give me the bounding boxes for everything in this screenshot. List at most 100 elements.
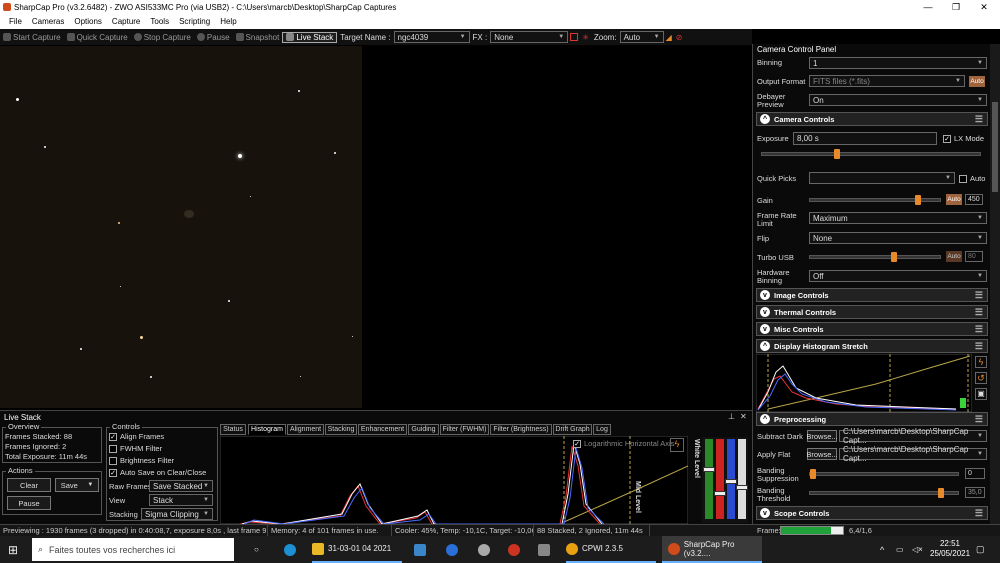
gain-slider-thumb[interactable] [915,195,921,205]
start-capture-button[interactable]: Start Capture [0,33,64,42]
tab-log[interactable]: Log [593,424,611,435]
turbo-usb-value[interactable]: 80 [965,251,983,262]
tab-stacking[interactable]: Stacking [325,424,357,435]
quick-capture-button[interactable]: Quick Capture [64,33,131,42]
clear-button[interactable]: Clear [7,478,51,492]
turbo-usb-slider[interactable] [809,252,941,262]
debayer-preview-select[interactable]: On ▼ [809,94,987,106]
menu-icon[interactable]: ☰ [975,508,983,519]
blue-level-handle[interactable] [725,479,737,484]
tab-filter-brightness[interactable]: Filter (Brightness) [490,424,552,435]
menu-icon[interactable]: ☰ [975,324,983,335]
taskbar-search-box[interactable]: ⌕ Faites toutes vos recherches ici [32,538,234,561]
menu-file[interactable]: File [4,17,27,26]
misc-controls-section[interactable]: v Misc Controls ☰ [756,322,988,336]
exposure-input[interactable]: 8,00 s [793,132,937,145]
menu-icon[interactable]: ☰ [975,414,983,425]
network-icon[interactable]: ▭ [896,536,904,563]
maximize-icon[interactable]: ❐ [942,0,970,14]
app-icon-2[interactable] [446,536,462,563]
luminance-level-handle[interactable] [736,485,748,490]
gain-value[interactable]: 450 [965,194,983,205]
hardware-binning-select[interactable]: Off ▼ [809,270,987,282]
stack-histogram-graph[interactable] [220,436,688,524]
gain-auto-button[interactable]: Auto [946,194,962,205]
luminance-level-track[interactable] [738,439,746,519]
lightning-icon[interactable]: ϟ [975,356,987,368]
quick-picks-auto-checkbox[interactable]: Auto [959,175,985,184]
menu-cameras[interactable]: Cameras [27,17,69,26]
image-controls-section[interactable]: v Image Controls ☰ [756,288,988,302]
tab-filter-fwhm[interactable]: Filter (FWHM) [440,424,489,435]
green-level-handle[interactable] [703,467,715,472]
save-button[interactable]: Save ▼ [55,478,99,492]
binning-select[interactable]: 1 ▼ [809,57,987,69]
tab-alignment[interactable]: Alignment [287,424,324,435]
banding-threshold-slider[interactable] [809,488,959,498]
edge-icon[interactable] [284,536,300,563]
app-icon-4[interactable] [508,536,524,563]
align-frames-checkbox[interactable]: ✓ Align Frames [109,432,164,442]
thermal-controls-section[interactable]: v Thermal Controls ☰ [756,305,988,319]
camera-controls-section[interactable]: ^ Camera Controls ☰ [756,112,988,126]
apply-flat-path-select[interactable]: C:\Users\marcb\Desktop\SharpCap Capt... ▼ [839,445,987,463]
snapshot-button[interactable]: Snapshot [233,33,283,42]
image-view[interactable] [0,46,752,408]
banding-suppression-slider[interactable] [809,469,959,479]
banding-threshold-value[interactable]: 35,0 [965,487,985,498]
menu-options[interactable]: Options [69,17,107,26]
green-level-track[interactable] [705,439,713,519]
save-icon[interactable]: ▣ [975,388,987,400]
gain-slider[interactable] [809,195,941,205]
apply-flat-browse-button[interactable]: Browse... [806,448,838,460]
red-level-track[interactable] [716,439,724,519]
logarithmic-axis-checkbox[interactable]: ✓ Logarithmic Horizontal Axis [573,439,674,449]
view-select[interactable]: Stack ▼ [149,494,213,506]
menu-capture[interactable]: Capture [107,17,145,26]
reset-icon[interactable]: ↺ [975,372,987,384]
notifications-icon[interactable]: ▢ [976,536,985,563]
output-format-auto-button[interactable]: Auto [969,76,985,87]
pause-button[interactable]: Pause [194,33,233,42]
minimize-icon[interactable]: — [914,0,942,14]
taskbar-folder[interactable]: 31-03-01 04 2021 [312,536,402,563]
tab-enhancement[interactable]: Enhancement [358,424,407,435]
frame-rate-limit-select[interactable]: Maximum ▼ [809,212,987,224]
pin-icon[interactable]: ⊥ [728,412,735,421]
close-icon[interactable]: ✕ [740,412,747,421]
auto-save-checkbox[interactable]: ✓ Auto Save on Clear/Close [109,468,206,478]
fwhm-filter-checkbox[interactable]: FWHM Filter [109,444,162,454]
menu-scripting[interactable]: Scripting [174,17,215,26]
zoom-select[interactable]: Auto ▼ [619,31,664,43]
menu-tools[interactable]: Tools [145,17,174,26]
turbo-usb-auto-button[interactable]: Auto [946,251,962,262]
crosshair-icon[interactable]: ✳ [580,33,591,42]
tab-histogram[interactable]: Histogram [248,424,286,435]
reticle-icon[interactable] [568,33,580,41]
stacking-select[interactable]: Sigma Clipping ▼ [141,508,213,520]
exposure-slider[interactable] [761,149,981,159]
app-icon-1[interactable] [414,536,430,563]
raw-frames-select[interactable]: Save Stacked ▼ [149,480,213,492]
chevron-up-icon[interactable]: ^ [880,536,884,563]
close-icon[interactable]: ✕ [970,0,998,14]
task-view-icon[interactable]: ○ [254,536,259,563]
tab-guiding[interactable]: Guiding [408,424,439,435]
display-histogram-graph[interactable] [756,354,972,412]
pause-button[interactable]: Pause [7,496,51,510]
quick-picks-select[interactable]: ▼ [809,172,955,184]
taskbar-sharpcap[interactable]: SharpCap Pro (v3.2.... [662,536,762,563]
exposure-slider-thumb[interactable] [834,149,840,159]
scope-controls-section[interactable]: v Scope Controls ☰ [756,506,988,520]
banding-threshold-thumb[interactable] [938,488,944,498]
tab-status[interactable]: Status [220,424,246,435]
subtract-dark-browse-button[interactable]: Browse... [806,430,838,442]
menu-help[interactable]: Help [215,17,241,26]
flip-select[interactable]: None ▼ [809,232,987,244]
subtract-dark-path-select[interactable]: C:\Users\marcb\Desktop\SharpCap Capt... ▼ [839,427,987,445]
rgb-level-sliders[interactable] [702,437,748,523]
taskbar-cpwi[interactable]: CPWI 2.3.5 [566,536,656,563]
menu-icon[interactable]: ☰ [975,114,983,125]
banding-suppression-thumb[interactable] [810,469,816,479]
turbo-usb-slider-thumb[interactable] [891,252,897,262]
